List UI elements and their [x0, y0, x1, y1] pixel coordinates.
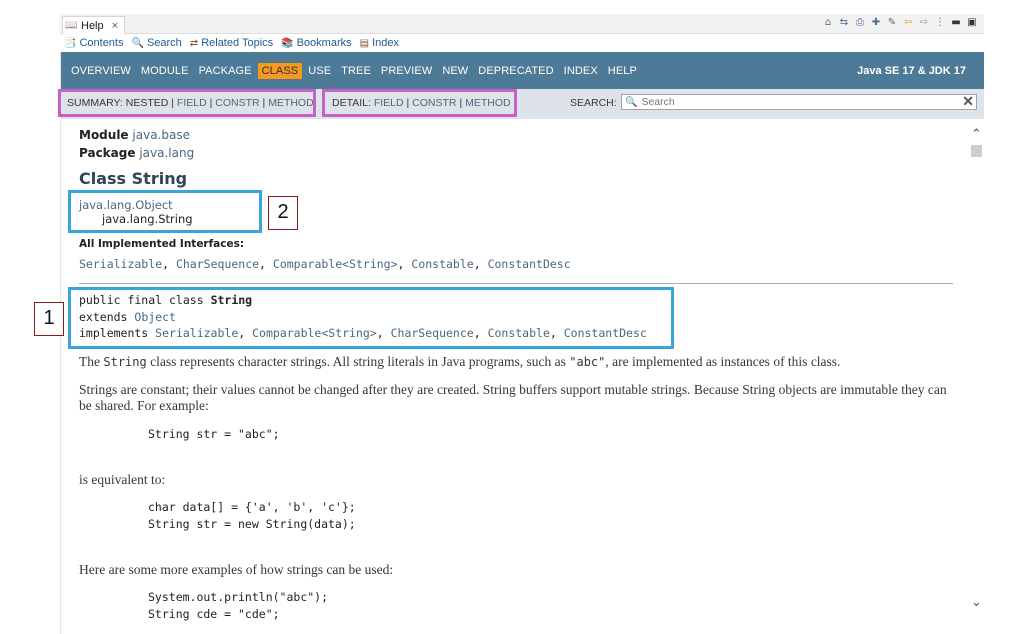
- search-label: SEARCH:: [570, 97, 617, 109]
- maximize-icon[interactable]: ▣: [966, 15, 978, 31]
- description-paragraph-3: is equivalent to:: [79, 472, 166, 487]
- print-icon[interactable]: ⎙: [854, 15, 866, 31]
- help-links-bar: 📑 Contents 🔍 Search ⇄ Related Topics 📚 Bookm…: [64, 35, 399, 51]
- nav-module[interactable]: MODULE: [137, 63, 193, 79]
- module-link[interactable]: java.base: [132, 128, 190, 142]
- code-example-3-line-1: System.out.println("abc");: [148, 590, 329, 604]
- view-menu-icon[interactable]: ⋮: [934, 15, 946, 31]
- bookmarks-icon: 📚: [281, 37, 294, 49]
- package-line: Package java.lang: [79, 146, 194, 160]
- nav-use[interactable]: USE: [304, 63, 335, 79]
- bookmark-add-icon[interactable]: ✚: [870, 15, 882, 31]
- vertical-scrollbar[interactable]: ⌃ ⌄: [969, 125, 984, 625]
- package-label: Package: [79, 146, 136, 160]
- interface-link[interactable]: Serializable: [79, 257, 162, 271]
- nav-index[interactable]: INDEX: [560, 63, 602, 79]
- back-icon[interactable]: ⇦: [902, 15, 914, 31]
- page-title: Class String: [79, 169, 188, 188]
- module-line: Module java.base: [79, 128, 190, 142]
- search-icon: 🔍: [131, 37, 144, 49]
- interface-link[interactable]: ConstantDesc: [488, 257, 571, 271]
- interfaces-list: Serializable, CharSequence, Comparable<S…: [79, 257, 571, 271]
- related-topics-icon: ⇄: [189, 37, 199, 49]
- nav-help[interactable]: HELP: [604, 63, 641, 79]
- help-tab[interactable]: 📖 Help ×: [62, 16, 126, 34]
- interfaces-heading: All Implemented Interfaces:: [79, 238, 245, 250]
- code-example-3-line-2: String cde = "cde";: [148, 607, 280, 621]
- highlight-icon[interactable]: ✎: [886, 15, 898, 31]
- help-tab-title: Help: [81, 19, 104, 32]
- search-input[interactable]: 🔍 Search ✕: [621, 93, 977, 110]
- related-topics-label: Related Topics: [201, 37, 274, 49]
- description-paragraph-1: The String class represents character st…: [79, 354, 841, 369]
- module-label: Module: [79, 128, 129, 142]
- scroll-down-icon[interactable]: ⌄: [971, 595, 982, 610]
- contents-label: Contents: [79, 37, 124, 49]
- interface-link[interactable]: Comparable<String>: [273, 257, 398, 271]
- code-example-2-line-1: char data[] = {'a', 'b', 'c'};: [148, 500, 356, 514]
- home-icon[interactable]: ⌂: [822, 15, 834, 31]
- search-link[interactable]: 🔍 Search: [131, 35, 181, 51]
- help-view-tab-bar: 📖 Help × ⌂ ⇆ ⎙ ✚ ✎ ⇦ ⇨ ⋮ ▬ ▣: [60, 14, 984, 34]
- help-toolbar: ⌂ ⇆ ⎙ ✚ ✎ ⇦ ⇨ ⋮ ▬ ▣: [822, 15, 978, 31]
- scroll-up-icon[interactable]: ⌃: [971, 127, 982, 142]
- description-paragraph-2: Strings are constant; their values canno…: [79, 382, 947, 413]
- index-label: Index: [372, 37, 399, 49]
- bookmarks-label: Bookmarks: [296, 37, 352, 49]
- contents-icon: 📑: [64, 37, 77, 49]
- show-in-toc-icon[interactable]: ⇆: [838, 15, 850, 31]
- inheritance-highlight-box: [68, 190, 262, 233]
- bookmarks-link[interactable]: 📚 Bookmarks: [281, 35, 351, 51]
- package-link[interactable]: java.lang: [139, 146, 194, 160]
- nav-class: CLASS: [257, 62, 303, 79]
- description-paragraph-4: Here are some more examples of how strin…: [79, 562, 394, 577]
- minimize-icon[interactable]: ▬: [950, 15, 962, 31]
- contents-link[interactable]: 📑 Contents: [64, 35, 123, 51]
- callout-2: 2: [268, 196, 298, 230]
- nav-tree[interactable]: TREE: [337, 63, 375, 79]
- nav-overview[interactable]: OVERVIEW: [67, 63, 135, 79]
- search-placeholder: Search: [641, 96, 675, 108]
- callout-1: 1: [34, 302, 64, 336]
- interface-link[interactable]: Constable: [411, 257, 473, 271]
- related-topics-link[interactable]: ⇄ Related Topics: [190, 35, 273, 51]
- nav-new[interactable]: NEW: [438, 63, 472, 79]
- magnifier-icon: 🔍: [625, 96, 638, 108]
- clear-search-icon[interactable]: ✕: [962, 93, 974, 110]
- about-language: Java SE 17 & JDK 17: [857, 64, 966, 77]
- interface-link[interactable]: CharSequence: [176, 257, 259, 271]
- detail-highlight-box: [322, 89, 517, 117]
- code-example-2-line-2: String str = new String(data);: [148, 517, 356, 531]
- index-icon: ▤: [359, 37, 370, 49]
- forward-icon[interactable]: ⇨: [918, 15, 930, 31]
- signature-highlight-box: [68, 287, 674, 349]
- code-example-1: String str = "abc";: [148, 427, 280, 441]
- index-link[interactable]: ▤ Index: [360, 35, 399, 51]
- nav-package[interactable]: PACKAGE: [195, 63, 256, 79]
- close-icon[interactable]: ×: [112, 20, 118, 32]
- summary-highlight-box: [58, 89, 316, 117]
- scrollbar-thumb[interactable]: [971, 145, 982, 157]
- divider: [79, 283, 953, 284]
- search-label: Search: [146, 37, 182, 49]
- nav-deprecated[interactable]: DEPRECATED: [474, 63, 557, 79]
- help-book-icon: 📖: [65, 19, 78, 31]
- nav-preview[interactable]: PREVIEW: [377, 63, 436, 79]
- top-navigation-bar: OVERVIEW MODULE PACKAGE CLASS USE TREE P…: [61, 52, 984, 89]
